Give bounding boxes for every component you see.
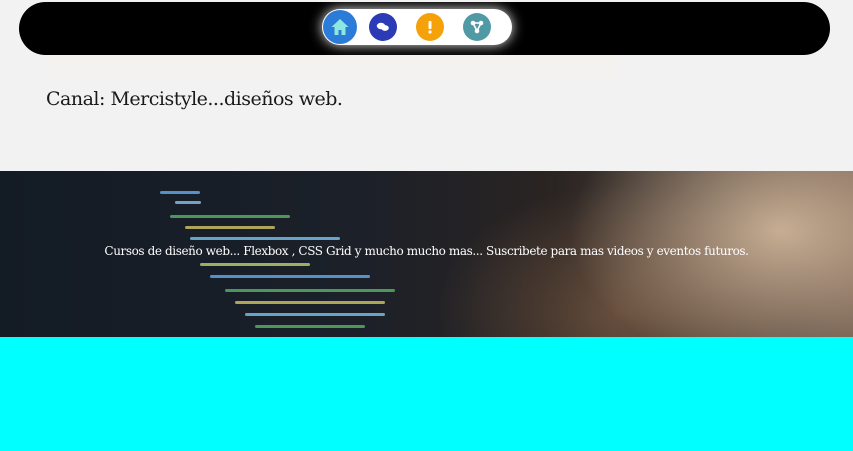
exclamation-icon [428,21,432,34]
chat-button[interactable] [369,13,397,41]
chat-bubbles-icon [376,22,389,31]
share-nodes-icon [470,20,484,34]
hero-description: Cursos de diseño web... Flexbox , CSS Gr… [104,244,749,258]
home-button[interactable] [325,12,355,42]
hero-section: Cursos de diseño web... Flexbox , CSS Gr… [0,171,853,337]
nav-icon-group [322,9,512,45]
home-icon [331,19,349,35]
top-navigation-bar [19,2,830,55]
share-button[interactable] [463,13,491,41]
channel-title: Canal: Mercistyle...diseños web. [46,88,343,110]
header-banner-image [46,55,618,85]
alert-button[interactable] [416,13,444,41]
cyan-footer-band [0,337,853,451]
